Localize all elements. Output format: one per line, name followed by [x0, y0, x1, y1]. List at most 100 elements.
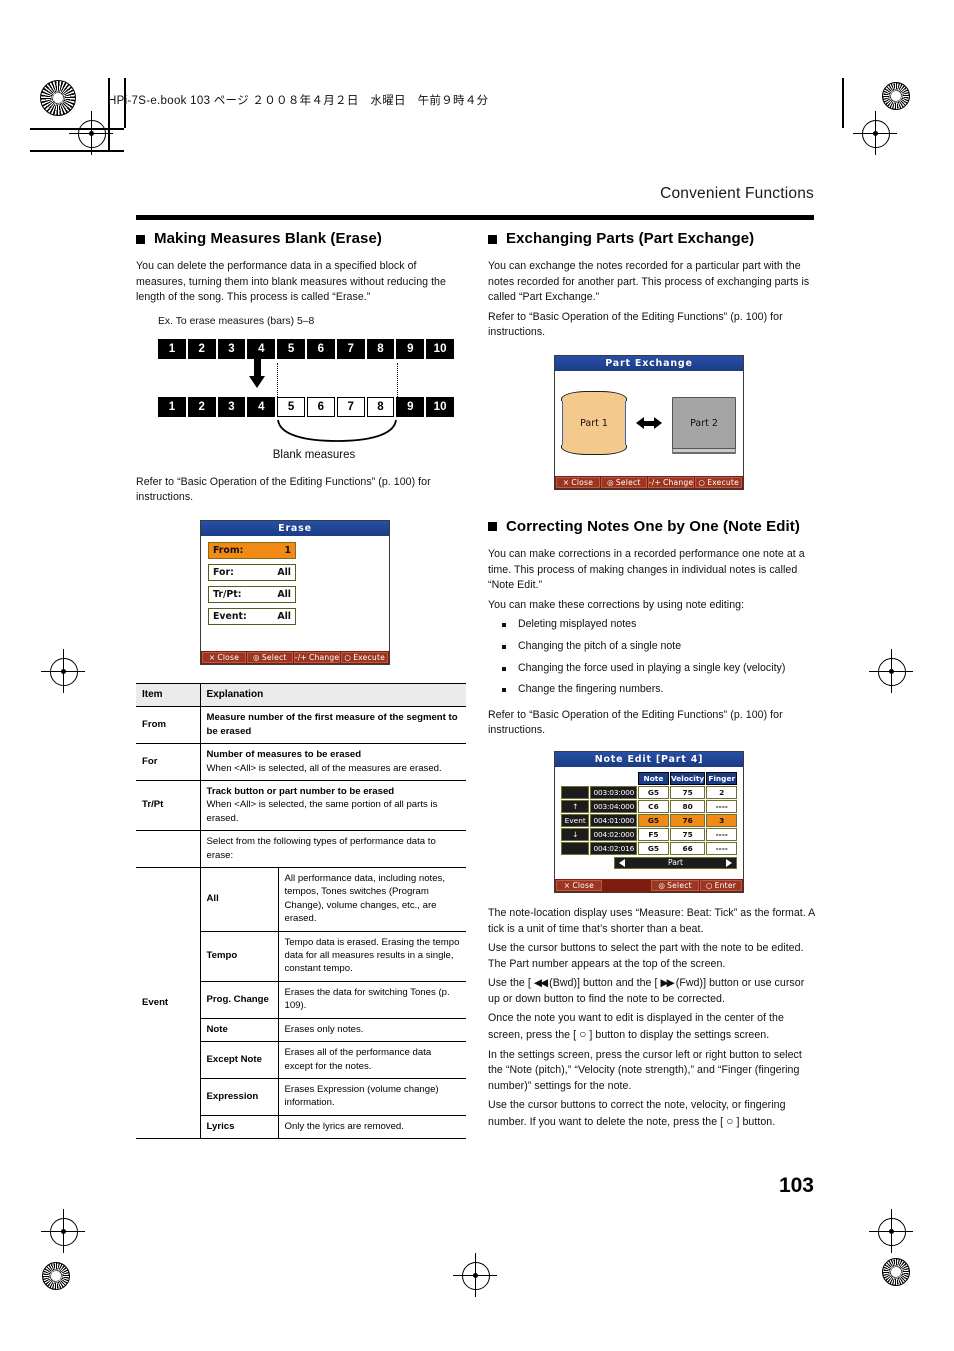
- erase-field-for-label: For:: [213, 566, 234, 578]
- registration-rosette-bottom-left: [42, 1262, 70, 1290]
- circle-icon: ○: [344, 652, 352, 662]
- measure-cell-blank: 8: [366, 396, 395, 417]
- part-exchange-screen: Part Exchange Part 1 Part 2 × Close ◎ Se…: [554, 354, 744, 490]
- table-cell-item-spacer: [136, 830, 201, 869]
- table-row: From Measure number of the first measure…: [136, 706, 466, 745]
- row-time: 003:04:000: [590, 799, 638, 813]
- erase-field-trpt[interactable]: Tr/Pt: All: [208, 585, 296, 603]
- softkey-enter[interactable]: ○ Enter: [699, 879, 742, 891]
- dial-icon: ◎: [607, 477, 614, 487]
- note-edit-para3: Use the [ ◀◀ (Bwd)] button and the [ ▶▶ …: [488, 977, 805, 1005]
- grid-corner-spacer: [561, 772, 589, 785]
- table-cell-event-name: Expression: [199, 1078, 279, 1116]
- table-cell-event-desc: Erases all of the performance data excep…: [277, 1041, 466, 1079]
- measure-cell: 2: [187, 338, 216, 359]
- header-rule: [136, 215, 814, 220]
- close-icon: ×: [208, 652, 216, 662]
- part-2-book-icon[interactable]: Part 2: [672, 397, 736, 450]
- part-navigator[interactable]: Part: [614, 856, 737, 869]
- note-edit-row-selected[interactable]: Event 004:01:000 G5 76 3: [561, 813, 737, 827]
- measure-cell: 1: [158, 396, 186, 417]
- note-edit-para1: The note-location display uses “Measure:…: [488, 906, 815, 935]
- measure-cell: 9: [396, 396, 425, 417]
- dial-icon: ◎: [658, 880, 666, 890]
- measure-cell: 2: [187, 396, 216, 417]
- erase-field-from[interactable]: From: 1: [208, 541, 296, 559]
- erase-field-for[interactable]: For: All: [208, 563, 296, 581]
- note-edit-row[interactable]: 003:03:000 G5 75 2: [561, 785, 737, 799]
- erase-parameter-table: Item Explanation From Measure number of …: [136, 682, 466, 1140]
- part-navigator-label: Part: [668, 858, 683, 868]
- column-header-velocity: Velocity: [669, 771, 706, 785]
- softkey-execute[interactable]: ○ Execute: [695, 476, 742, 488]
- softkey-change[interactable]: -/+ Change: [293, 651, 341, 663]
- exchange-arrow-icon: [636, 417, 662, 430]
- square-bullet-icon: [488, 522, 497, 532]
- list-item: Changing the pitch of a single note: [500, 639, 818, 655]
- table-cell-event-name: Note: [199, 1018, 279, 1043]
- table-cell-event-name: Tempo: [199, 931, 279, 982]
- page-number: 103: [778, 1174, 814, 1197]
- measures-diagram: Ex. To erase measures (bars) 5–8 1 2 3 4…: [158, 316, 458, 461]
- column-header-note: Note: [638, 771, 669, 785]
- list-item: Deleting misplayed notes: [500, 617, 818, 633]
- left-column: Making Measures Blank (Erase) You can de…: [136, 230, 466, 1140]
- softkey-close[interactable]: × Close: [556, 879, 602, 891]
- softkey-close[interactable]: × Close: [202, 651, 246, 663]
- note-edit-row[interactable]: 004:02:016 G5 66 ----: [561, 841, 737, 855]
- erase-field-for-value: All: [277, 566, 291, 578]
- list-item: Change the fingering numbers.: [500, 682, 818, 698]
- softkey-execute[interactable]: ○ Execute: [341, 651, 388, 663]
- diagram-guide-line-left: [277, 362, 279, 397]
- measure-cell: 10: [426, 338, 454, 359]
- minus-plus-icon: -/+: [648, 477, 662, 487]
- measure-cell-blank: 7: [336, 396, 365, 417]
- row-velocity: 75: [669, 827, 706, 841]
- brace-curve-icon: [277, 419, 397, 442]
- erase-screen: Erase From: 1 For: All Tr/Pt: All Event:…: [200, 519, 390, 665]
- measure-row-before: 1 2 3 4 5 6 7 8 9 10: [158, 338, 458, 359]
- section-heading-erase-text: Making Measures Blank (Erase): [154, 230, 382, 247]
- softkey-change[interactable]: -/+ Change: [647, 476, 695, 488]
- softkey-select[interactable]: ◎ Select: [246, 651, 293, 663]
- row-finger: 3: [706, 813, 737, 827]
- square-bullet-icon: [488, 234, 497, 244]
- row-note: C6: [638, 799, 669, 813]
- table-cell-event-desc: Only the lyrics are removed.: [277, 1115, 466, 1140]
- right-column: Exchanging Parts (Part Exchange) You can…: [488, 230, 818, 1135]
- measure-cell-blank: 5: [277, 396, 305, 417]
- erase-screen-title: Erase: [201, 520, 389, 536]
- table-cell-item: From: [136, 706, 201, 745]
- part-exchange-screen-body: Part 1 Part 2: [555, 370, 743, 476]
- note-edit-intro2: You can make these corrections by using …: [488, 598, 745, 611]
- softkey-select[interactable]: ◎ Select: [600, 476, 647, 488]
- print-header-bookline: HPi-7S-e.book 103 ページ ２００８年４月２日 水曜日 午前９時…: [108, 95, 489, 107]
- row-note: F5: [638, 827, 669, 841]
- erase-field-event[interactable]: Event: All: [208, 607, 296, 625]
- row-velocity: 76: [669, 813, 706, 827]
- row-velocity: 75: [669, 785, 706, 799]
- measure-cell: 4: [247, 338, 276, 359]
- measure-cell: 9: [396, 338, 425, 359]
- note-edit-row[interactable]: ↑ 003:04:000 C6 80 ----: [561, 799, 737, 813]
- section-heading-part-exchange-text: Exchanging Parts (Part Exchange): [506, 230, 755, 247]
- part-1-book-icon[interactable]: Part 1: [561, 391, 627, 456]
- arrow-left-icon[interactable]: [619, 858, 625, 867]
- note-edit-screen-body: Note Velocity Finger 003:03:000 G5 75 2 …: [555, 766, 743, 879]
- table-cell-event-desc: Erases Expression (volume change) inform…: [277, 1078, 466, 1116]
- softkey-close[interactable]: × Close: [556, 476, 600, 488]
- note-edit-row[interactable]: ↓ 004:02:000 F5 75 ----: [561, 827, 737, 841]
- row-time: 004:02:016: [590, 841, 638, 855]
- erase-field-from-value: 1: [284, 544, 291, 556]
- softkey-select[interactable]: ◎ Select: [651, 879, 699, 891]
- row-velocity: 80: [669, 799, 706, 813]
- table-header-item: Item: [136, 682, 201, 708]
- arrow-right-icon[interactable]: [726, 858, 732, 867]
- softkey-spacer: [602, 879, 651, 891]
- row-time: 003:03:000: [590, 785, 638, 799]
- table-header-explanation: Explanation: [199, 682, 466, 708]
- diagram-arrow-gap: [158, 358, 458, 397]
- measure-row-after: 1 2 3 4 5 6 7 8 9 10: [158, 396, 458, 417]
- table-cell-explanation: Track button or part number to be erased…: [199, 780, 466, 832]
- measure-cell: 6: [306, 338, 335, 359]
